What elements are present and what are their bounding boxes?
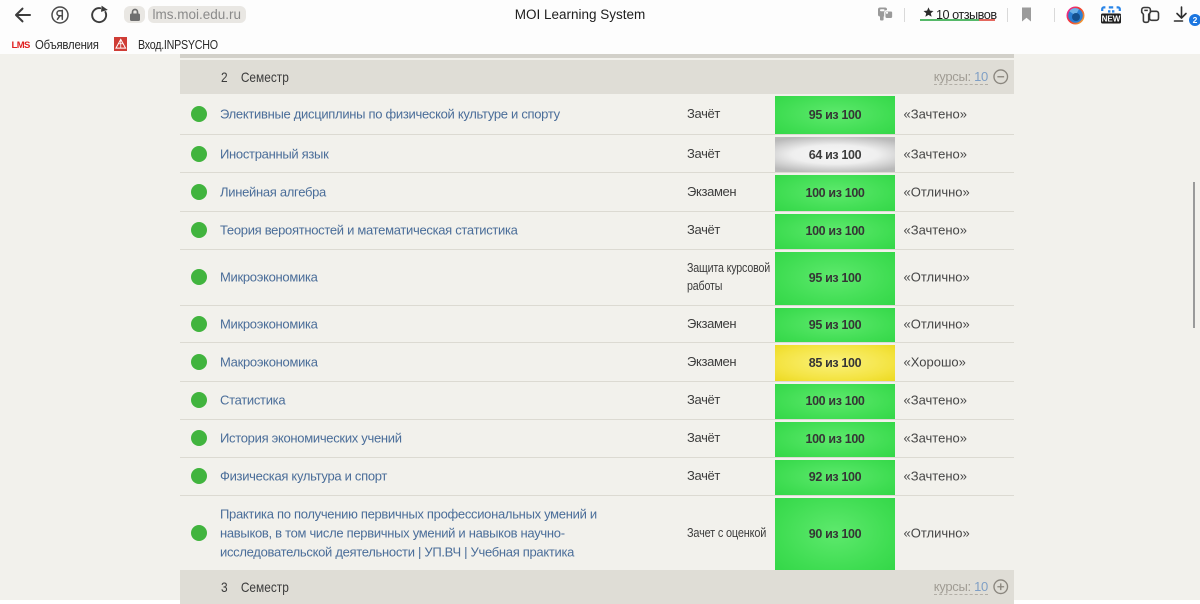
svg-text:NEW: NEW: [1102, 14, 1121, 23]
